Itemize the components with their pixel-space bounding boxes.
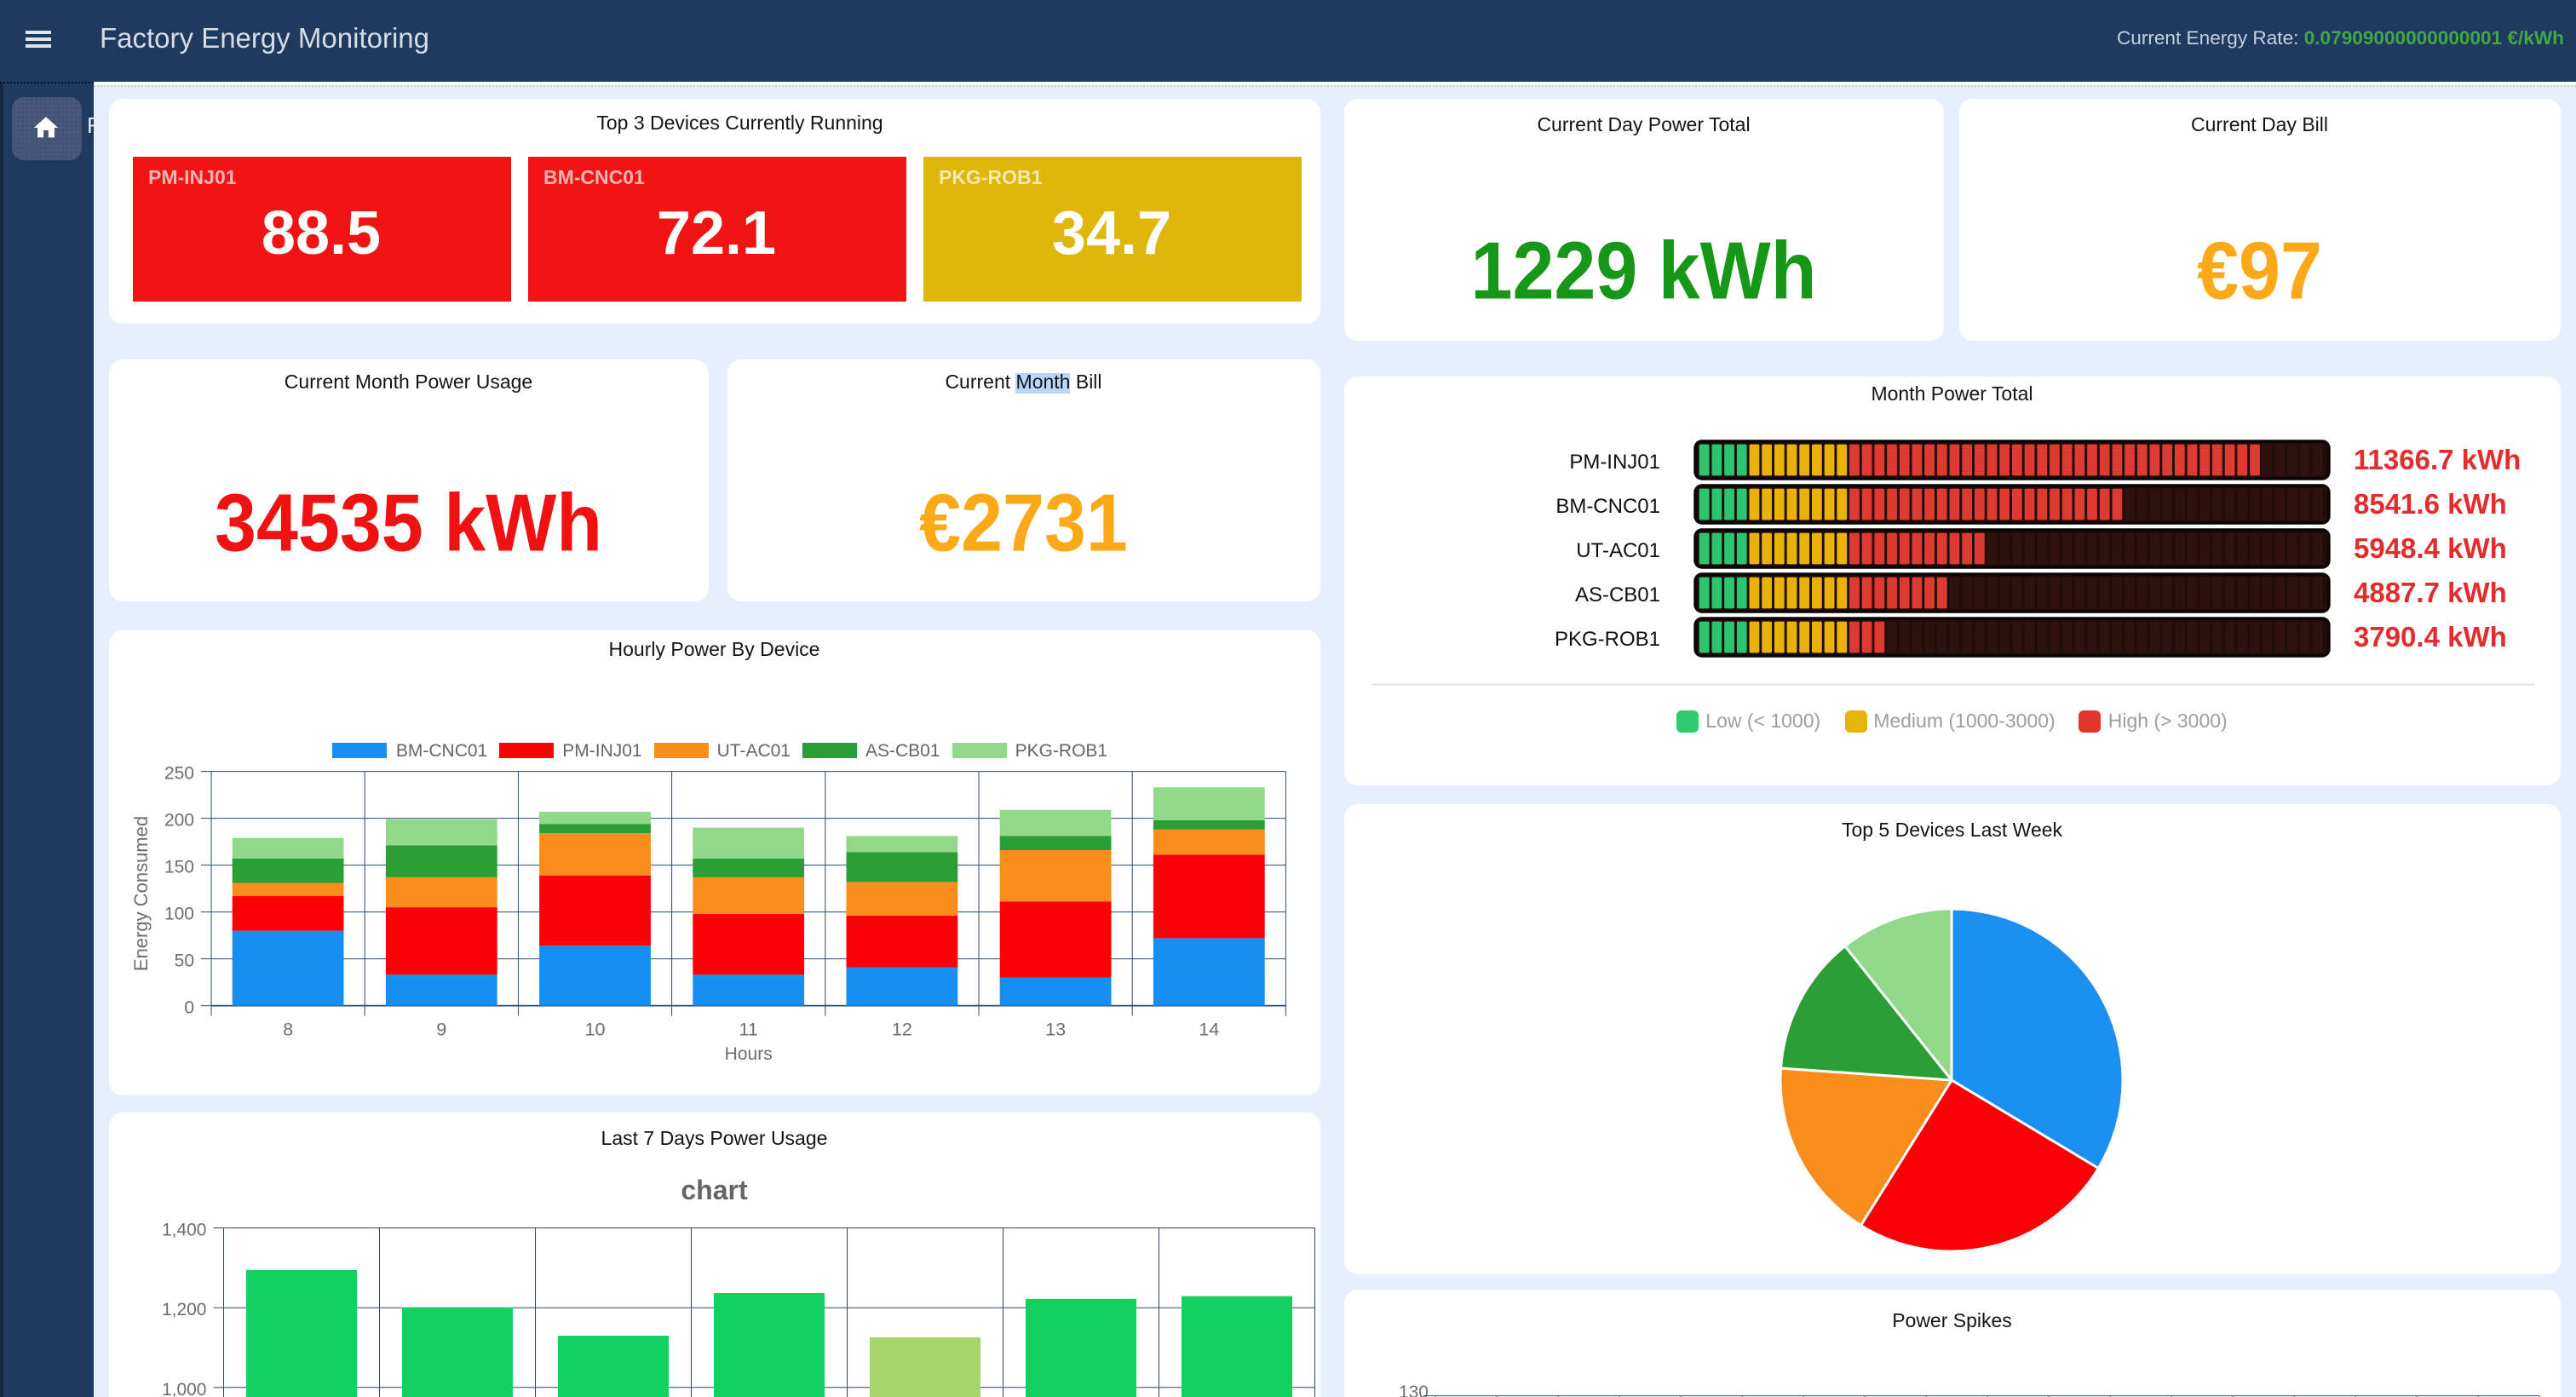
svg-text:0: 0 bbox=[183, 998, 193, 1018]
svg-text:8: 8 bbox=[282, 1019, 292, 1040]
svg-text:50: 50 bbox=[174, 951, 193, 971]
svg-text:PM-INJ01: PM-INJ01 bbox=[1568, 451, 1659, 474]
svg-text:100: 100 bbox=[164, 905, 193, 924]
svg-text:150: 150 bbox=[164, 858, 193, 877]
svg-text:5948.4 kWh: 5948.4 kWh bbox=[2353, 532, 2506, 564]
svg-text:11: 11 bbox=[738, 1019, 756, 1040]
svg-text:3790.4 kWh: 3790.4 kWh bbox=[2353, 621, 2506, 653]
svg-text:1,200: 1,200 bbox=[161, 1300, 206, 1319]
svg-text:9: 9 bbox=[435, 1019, 446, 1040]
svg-text:Hours: Hours bbox=[724, 1044, 772, 1064]
svg-text:12: 12 bbox=[891, 1019, 911, 1040]
svg-text:PKG-ROB1: PKG-ROB1 bbox=[1554, 628, 1659, 651]
svg-text:4887.7 kWh: 4887.7 kWh bbox=[2353, 577, 2506, 608]
svg-text:1,000: 1,000 bbox=[161, 1380, 206, 1397]
svg-text:13: 13 bbox=[1044, 1019, 1065, 1040]
svg-text:200: 200 bbox=[164, 811, 193, 831]
svg-text:11366.7 kWh: 11366.7 kWh bbox=[2353, 444, 2520, 475]
svg-text:1,400: 1,400 bbox=[161, 1221, 206, 1240]
svg-text:AS-CB01: AS-CB01 bbox=[1574, 584, 1659, 607]
svg-text:BM-CNC01: BM-CNC01 bbox=[1555, 495, 1659, 518]
svg-text:10: 10 bbox=[584, 1019, 604, 1040]
svg-text:Energy Consumed: Energy Consumed bbox=[129, 816, 151, 971]
svg-text:8541.6 kWh: 8541.6 kWh bbox=[2353, 488, 2506, 520]
svg-text:UT-AC01: UT-AC01 bbox=[1575, 539, 1659, 562]
svg-text:250: 250 bbox=[164, 764, 193, 784]
svg-text:14: 14 bbox=[1198, 1019, 1218, 1040]
